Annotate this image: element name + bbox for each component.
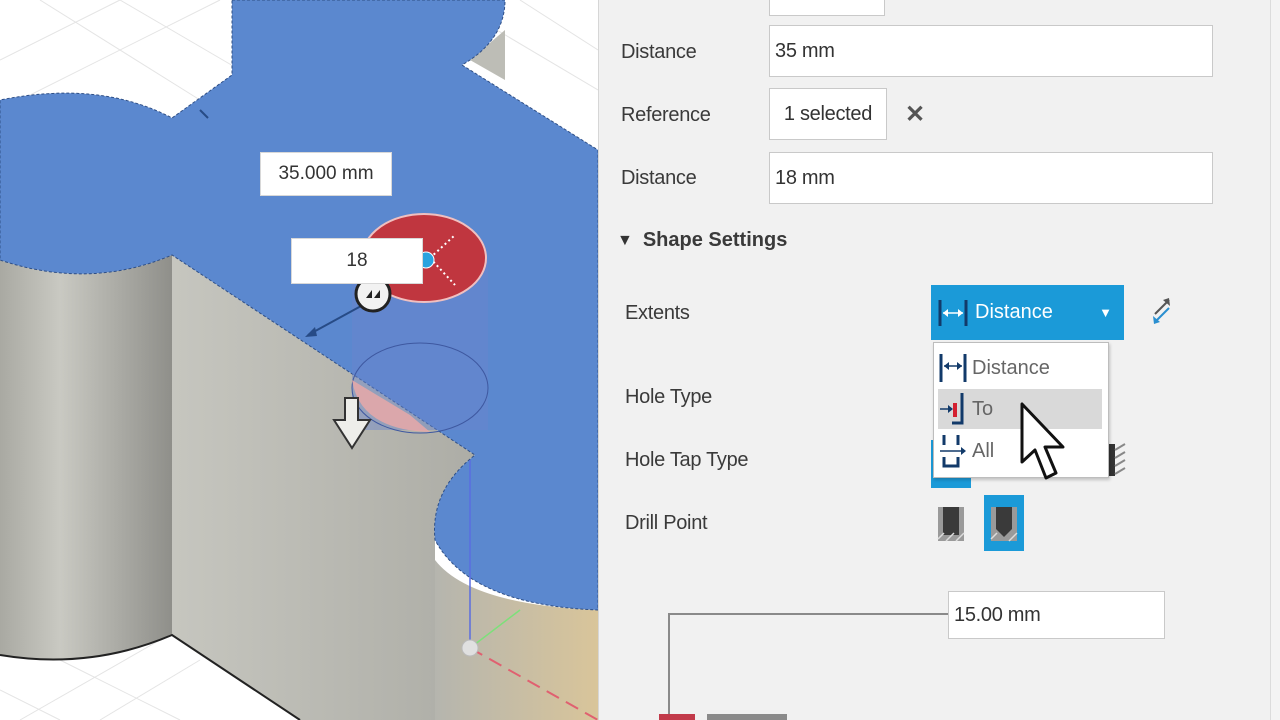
option-label: To [972,397,994,420]
panel-scroll-edge[interactable] [1270,0,1280,720]
collapse-triangle-icon: ▼ [617,231,633,249]
angled-drill-point-icon[interactable] [984,495,1024,551]
shape-settings-title: Shape Settings [642,229,788,251]
option-label: Distance [972,356,1050,379]
tapped-hole-icon[interactable] [1107,440,1127,478]
hole-depth-diagram [659,613,949,720]
extents-option-distance[interactable]: Distance [938,348,1102,388]
all-extent-icon [940,435,966,468]
depth-input[interactable]: 15.00 mm [948,591,1165,639]
drill-point-label: Drill Point [625,512,708,534]
extents-label: Extents [625,302,690,324]
distance-extent-icon [938,299,968,326]
distance-extent-icon [939,354,967,382]
distance-dimension-label[interactable]: 35.000 mm [260,152,392,196]
option-label: All [972,439,995,462]
extents-dropdown[interactable]: Distance ▼ [931,285,1124,340]
chevron-down-icon: ▼ [1099,305,1112,320]
to-extent-icon [940,393,964,425]
extents-selected-value: Distance [975,301,1053,323]
distance-input-2[interactable]: 18 mm [769,152,1213,204]
mouse-cursor-icon [1020,402,1065,480]
reference-selection[interactable]: 1 selected [769,88,887,140]
flip-direction-icon[interactable] [1149,296,1175,326]
3d-viewport[interactable]: 35.000 mm 18 [0,0,598,720]
shape-settings-header[interactable]: ▼ Shape Settings [617,229,787,252]
left-cylinder-wall [0,255,172,660]
diameter-dimension-input[interactable]: 18 [291,238,423,284]
reference-label: Reference [621,104,711,126]
distance-label-1: Distance [621,41,697,63]
hole-dialog-panel: Distance 35 mm Reference 1 selected ✕ Di… [598,0,1280,720]
model-canvas[interactable] [0,0,598,720]
flat-drill-point-icon[interactable] [931,495,971,551]
hole-tap-type-label: Hole Tap Type [625,449,749,471]
distance-label-2: Distance [621,167,697,189]
distance-input-1[interactable]: 35 mm [769,25,1213,77]
close-icon[interactable]: ✕ [905,100,925,129]
top-partial-field[interactable] [769,0,885,16]
hole-type-label: Hole Type [625,386,712,408]
